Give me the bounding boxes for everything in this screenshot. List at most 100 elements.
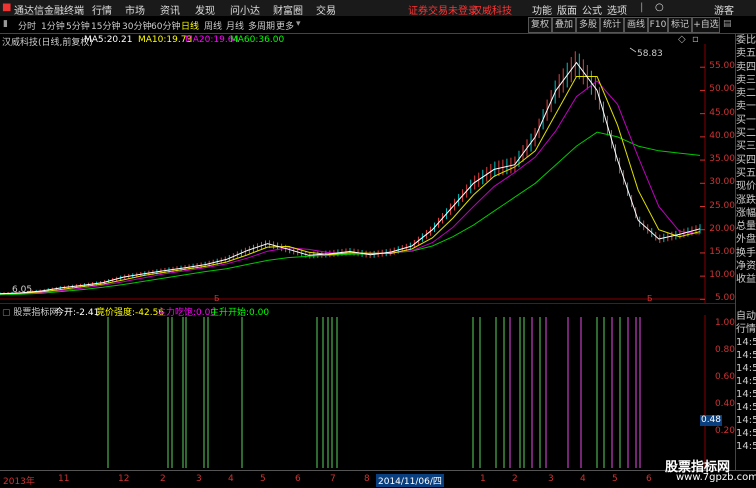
date-label: 5 bbox=[612, 474, 618, 484]
period-daily[interactable]: 日线 bbox=[181, 19, 199, 32]
high-label: 58.83 bbox=[637, 49, 663, 59]
tick-row: 14:5 bbox=[736, 428, 756, 439]
separator-icon: | bbox=[640, 2, 644, 13]
menu-layout[interactable]: 版面 bbox=[557, 2, 577, 17]
date-label: 5 bbox=[260, 474, 266, 484]
quote-field-label: 换手 bbox=[736, 247, 756, 259]
quote-field-label: 买四 bbox=[736, 154, 756, 166]
tick-panel: 自动 行情 14:5 14:5 14:5 14:5 14:5 14:5 14:5 14:5 14:5 bbox=[735, 310, 756, 470]
date-label: 6 bbox=[646, 474, 652, 484]
date-label: 4 bbox=[580, 474, 586, 484]
quote-field-label: 涨幅 bbox=[736, 207, 756, 219]
price-chart[interactable]: 58.83 6.05 Б Б bbox=[0, 44, 735, 304]
date-label: 3 bbox=[548, 474, 554, 484]
menu-trade[interactable]: 交易 bbox=[316, 2, 336, 17]
indicator-axis: 1.00 0.80 0.60 0.40 0.20 bbox=[705, 315, 735, 470]
ma10-line bbox=[0, 76, 701, 295]
indicator-tick-label: 0.60 bbox=[714, 372, 735, 382]
price-tick-label: 55.00 bbox=[709, 61, 735, 72]
tick-row: 14:5 bbox=[736, 402, 756, 413]
tick-row: 14:5 bbox=[736, 441, 756, 452]
f10-button[interactable]: F10 bbox=[648, 17, 668, 33]
dropdown-icon[interactable]: ▾ bbox=[296, 19, 301, 29]
quote-field-label: 卖一 bbox=[736, 101, 756, 113]
stats-button[interactable]: 统计 bbox=[600, 17, 624, 33]
divider bbox=[0, 303, 735, 304]
menu-discover[interactable]: 发现 bbox=[195, 2, 215, 17]
user-icon[interactable]: ○ bbox=[655, 2, 664, 13]
guest-label[interactable]: 游客 bbox=[714, 2, 734, 17]
tick-row: 14:5 bbox=[736, 337, 756, 348]
period-30min[interactable]: 30分钟 bbox=[122, 19, 151, 32]
watermark-url: www.7gpzb.com bbox=[676, 472, 756, 483]
menu-function[interactable]: 功能 bbox=[532, 2, 552, 17]
quote-field-label: 卖三 bbox=[736, 74, 756, 86]
overlay-button[interactable]: 叠加 bbox=[552, 17, 576, 33]
menu-quotes[interactable]: 行情 bbox=[92, 2, 112, 17]
period-toolbar: ▮ 分时 1分钟 5分钟 15分钟 30分钟 60分钟 日线 周线 月线 多周期… bbox=[0, 16, 756, 34]
indicator-tick-label: 0.40 bbox=[714, 399, 735, 409]
menu-news[interactable]: 资讯 bbox=[160, 2, 180, 17]
quote-field-label: 买五 bbox=[736, 167, 756, 179]
date-label: 12 bbox=[118, 474, 130, 484]
multi-stock-button[interactable]: 多股 bbox=[576, 17, 600, 33]
quote-field-label: 委比 bbox=[736, 35, 756, 46]
period-60min[interactable]: 60分钟 bbox=[151, 19, 180, 32]
date-label: 2013年 bbox=[3, 477, 35, 487]
menu-formula[interactable]: 公式 bbox=[582, 2, 602, 17]
period-weekly[interactable]: 周线 bbox=[204, 19, 222, 32]
date-label: 8 bbox=[364, 474, 370, 484]
tick-row: 14:5 bbox=[736, 376, 756, 387]
event-marker: Б bbox=[647, 294, 653, 303]
price-tick-label: 45.00 bbox=[709, 107, 735, 118]
date-label: 2014/11/06/四 bbox=[376, 474, 444, 487]
price-tick-label: 35.00 bbox=[709, 154, 735, 165]
adjust-button[interactable]: 复权 bbox=[528, 17, 552, 33]
date-label: 6 bbox=[295, 474, 301, 484]
tick-row: 14:5 bbox=[736, 389, 756, 400]
period-5min[interactable]: 5分钟 bbox=[66, 19, 90, 32]
indicator-tick-label: 0.80 bbox=[714, 345, 735, 355]
period-monthly[interactable]: 月线 bbox=[226, 19, 244, 32]
quote-field-label: 总量 bbox=[736, 221, 756, 233]
date-label: 3 bbox=[196, 474, 202, 484]
quote-field-label: 收益 bbox=[736, 274, 756, 286]
current-value-tag: 0.48 bbox=[700, 415, 722, 426]
date-label: 1 bbox=[480, 474, 486, 484]
quote-field-label: 涨跌 bbox=[736, 194, 756, 206]
panel-toggle-icon[interactable]: ▤ bbox=[723, 19, 732, 29]
low-label: 6.05 bbox=[12, 285, 32, 295]
tick-row: 14:5 bbox=[736, 350, 756, 361]
period-tick[interactable]: 分时 bbox=[18, 19, 36, 32]
ma60-line bbox=[0, 131, 701, 296]
price-tick-label: 5.00 bbox=[714, 293, 735, 304]
menu-ask[interactable]: 问小达 bbox=[230, 2, 260, 17]
mark-button[interactable]: 标记 bbox=[668, 17, 692, 33]
draw-button[interactable]: 画线 bbox=[624, 17, 648, 33]
quote-field-label: 买三 bbox=[736, 141, 756, 153]
login-notice[interactable]: 证券交易未登录 bbox=[408, 2, 478, 17]
date-label: 2 bbox=[160, 474, 166, 484]
tick-row: 14:5 bbox=[736, 363, 756, 374]
date-label: 2 bbox=[512, 474, 518, 484]
price-tick-label: 30.00 bbox=[709, 177, 735, 188]
date-axis: 2013年111223456789102014/11/06/四123456 bbox=[0, 470, 756, 488]
tick-row: 行情 bbox=[736, 324, 756, 335]
period-1min[interactable]: 1分钟 bbox=[41, 19, 65, 32]
menu-options[interactable]: 选项 bbox=[607, 2, 627, 17]
period-multi[interactable]: 多周期 bbox=[248, 19, 275, 32]
quote-field-label: 卖五 bbox=[736, 48, 756, 60]
add-watchlist-button[interactable]: +自选 bbox=[692, 17, 720, 33]
price-tick-label: 25.00 bbox=[709, 200, 735, 211]
period-15min[interactable]: 15分钟 bbox=[91, 19, 120, 32]
indicator-chart[interactable] bbox=[0, 315, 735, 470]
price-tick-label: 20.00 bbox=[709, 223, 735, 234]
menu-grid-icon[interactable]: ▮ bbox=[3, 19, 8, 29]
price-tick-label: 50.00 bbox=[709, 84, 735, 95]
quote-panel: 委比 卖五 卖四 卖三 卖二 卖一 买一 买二 买三 买四 买五 现价 涨跌 涨幅 总量 外盘 换手 净资 收益 bbox=[735, 34, 756, 310]
menu-wealth[interactable]: 财富圈 bbox=[273, 2, 303, 17]
price-axis: 55.00 50.00 45.00 40.00 35.00 30.00 25.00 20.00… bbox=[705, 44, 735, 304]
menu-market[interactable]: 市场 bbox=[125, 2, 145, 17]
period-more[interactable]: 更多 bbox=[276, 19, 294, 32]
stock-name: 汉威科技 bbox=[472, 6, 512, 17]
